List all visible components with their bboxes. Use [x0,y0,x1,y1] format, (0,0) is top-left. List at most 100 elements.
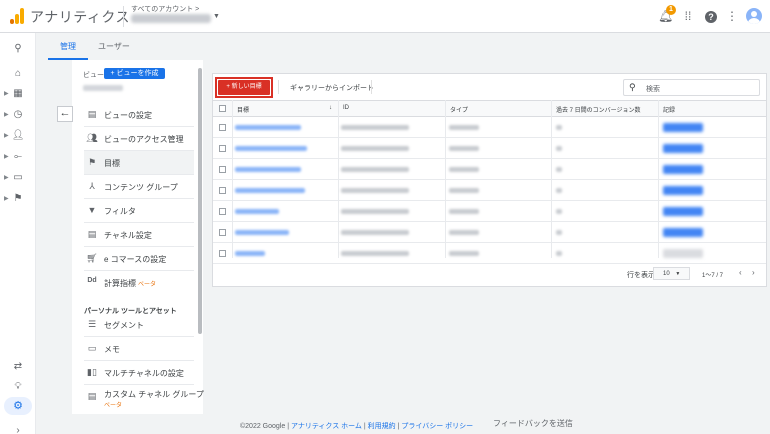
column-header-conversions[interactable]: 過去 7 日間のコンバージョン数 [556,105,641,114]
goal-name-redacted[interactable] [235,209,279,214]
prev-page-icon[interactable]: ‹ [739,268,742,277]
row-checkbox[interactable] [219,250,226,257]
document-icon: ▤ [87,391,97,401]
recording-toggle[interactable] [663,144,703,153]
table-row[interactable] [213,159,766,180]
customization-icon[interactable]: ▶ ▦ [0,85,36,103]
new-goal-button[interactable]: + 新しい目標 [218,80,270,95]
settings-scrollbar[interactable] [198,68,202,334]
view-selector-redacted[interactable] [83,85,123,91]
goal-name-redacted[interactable] [235,125,301,130]
settings-item-multichannel[interactable]: ▮▯ マルチチャネルの設定 [84,361,194,385]
table-row[interactable] [213,180,766,201]
settings-item-calculated-metrics[interactable]: Dd 計算指標 ベータ [84,271,194,295]
tab-admin[interactable]: 管理 [60,41,76,52]
admin-tabs: 管理 ユーザー [36,33,770,60]
footer-link-analytics-home[interactable]: アナリティクス ホーム [291,423,362,430]
settings-item-custom-channel-grouping[interactable]: ▤ カスタム チャネル グループ ベータ [84,385,204,411]
account-breadcrumb[interactable]: すべてのアカウント > [131,4,199,14]
column-header-type[interactable]: タイプ [450,105,468,114]
attribution-icon[interactable]: ⇄ [0,358,36,376]
table-row[interactable] [213,222,766,243]
settings-item-channel-settings[interactable]: ▤ チャネル設定 [84,223,194,247]
footer-link-privacy[interactable]: プライバシー ポリシー [401,423,473,430]
settings-item-content-grouping[interactable]: ⅄ コンテンツ グループ [84,175,194,199]
recording-toggle[interactable] [663,249,703,258]
row-checkbox[interactable] [219,208,226,215]
comment-icon: ▭ [87,343,97,353]
goal-name-redacted[interactable] [235,167,301,172]
select-all-checkbox[interactable] [219,105,226,112]
column-header-id[interactable]: ID [343,105,349,111]
beta-label: ベータ [104,403,123,409]
settings-item-label: カスタム チャネル グループ [104,390,204,399]
chevron-down-icon[interactable]: ▼ [213,13,220,20]
column-header-goal[interactable]: 目標 [237,105,249,114]
rows-per-page-select[interactable]: 10 ▼ [653,267,690,280]
admin-gear-icon[interactable]: ⚙ [4,397,32,415]
goal-name-redacted[interactable] [235,188,305,193]
realtime-clock-icon[interactable]: ▶ ◷ [0,106,36,124]
tab-users[interactable]: ユーザー [98,41,130,52]
recording-toggle[interactable] [663,165,703,174]
recording-toggle[interactable] [663,186,703,195]
settings-item-view-access[interactable]: 👥︎ ビューのアクセス管理 [84,127,194,151]
avatar[interactable] [746,8,762,24]
divider [278,80,279,94]
analytics-logo[interactable] [10,8,24,24]
next-page-icon[interactable]: › [752,268,755,277]
settings-item-label: 計算指標 ベータ [104,279,157,288]
recording-toggle[interactable] [663,123,703,132]
search-input[interactable]: 検索 [646,84,660,94]
row-checkbox[interactable] [219,145,226,152]
settings-item-view-settings[interactable]: ▤ ビューの設定 [84,103,194,127]
footer-link-terms[interactable]: 利用規約 [368,423,396,430]
goal-name-redacted[interactable] [235,251,265,256]
settings-item-label: チャネル設定 [104,231,152,240]
goal-search[interactable]: ⚲ 検索 [623,79,760,96]
recording-toggle[interactable] [663,228,703,237]
create-view-button[interactable]: + ビューを作成 [104,68,165,79]
conversions-flag-icon[interactable]: ▶ ⚑ [0,190,36,208]
table-row[interactable] [213,138,766,159]
behavior-icon[interactable]: ▶ ▭ [0,169,36,187]
column-header-recording[interactable]: 記録 [663,105,675,114]
more-vert-icon[interactable]: ⋮ [725,9,739,23]
notification-badge: 1 [666,5,676,15]
row-checkbox[interactable] [219,187,226,194]
search-icon[interactable]: ⚲ [0,40,36,58]
account-name-redacted[interactable] [131,14,211,23]
settings-item-annotations[interactable]: ▭ メモ [84,337,194,361]
help-icon[interactable]: ? [704,9,718,23]
table-row[interactable] [213,201,766,222]
settings-item-ecommerce[interactable]: 🛒︎ e コマースの設定 [84,247,194,271]
goals-table-header: 目標 ↓ ID タイプ 過去 7 日間のコンバージョン数 記録 [213,100,766,117]
send-feedback-link[interactable]: フィードバックを送信 [493,418,573,429]
settings-item-segments[interactable]: ☰ セグメント [84,313,194,337]
import-from-gallery-button[interactable]: ギャラリーからインポート [290,83,374,93]
table-row[interactable] [213,117,766,138]
home-icon[interactable]: ⌂ [0,65,36,83]
settings-item-label: 目標 [104,159,120,168]
acquisition-icon[interactable]: ▶ ⟜ [0,148,36,166]
row-checkbox[interactable] [219,124,226,131]
row-checkbox[interactable] [219,166,226,173]
apps-grid-icon[interactable]: ⁞⁞ [681,9,695,23]
goal-name-redacted[interactable] [235,146,307,151]
expand-chevron-icon[interactable]: › [0,422,36,434]
row-checkbox[interactable] [219,229,226,236]
settings-item-goals[interactable]: ⚑ 目標 [84,151,194,175]
recording-toggle[interactable] [663,207,703,216]
settings-item-filters[interactable]: ▼ フィルタ [84,199,194,223]
sort-arrow-icon[interactable]: ↓ [329,105,332,111]
goal-type-redacted [449,167,479,172]
discover-lightbulb-icon[interactable]: 💡︎ [0,378,36,396]
copyright: ©2022 Google [240,423,286,430]
goal-conversions-redacted [556,209,562,214]
back-arrow-icon[interactable]: ← [57,106,73,122]
audience-person-icon[interactable]: ▶ 👤︎ [0,127,36,145]
table-row[interactable] [213,243,766,264]
goal-name-redacted[interactable] [235,230,289,235]
goal-type-redacted [449,230,479,235]
search-icon: ⚲ [629,82,636,92]
